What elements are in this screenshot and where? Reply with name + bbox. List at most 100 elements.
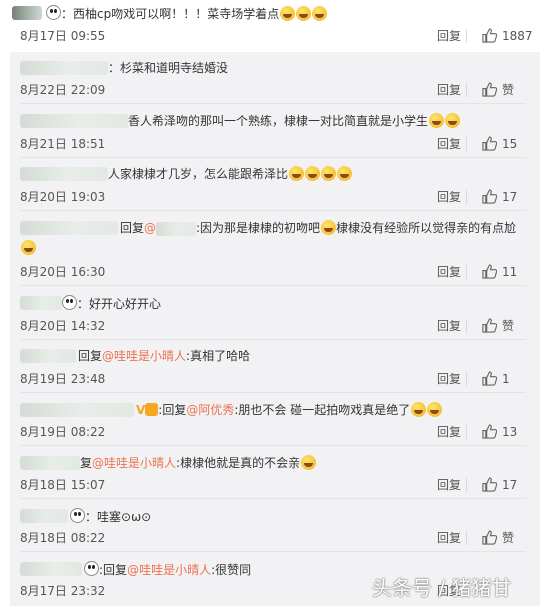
thumbs-up-icon[interactable] (482, 424, 497, 439)
reply-button[interactable]: 回复 (437, 264, 461, 280)
like-count[interactable]: 1 (502, 371, 510, 387)
blurred-username (20, 114, 128, 128)
mention-link[interactable]: @ (144, 221, 156, 235)
blurred-username (20, 403, 134, 417)
reply-button[interactable]: 回复 (437, 189, 461, 205)
panda-icon (70, 508, 85, 523)
separator (466, 531, 467, 545)
panda-icon (62, 295, 77, 310)
like-count[interactable]: 赞 (502, 82, 514, 98)
comment-text: ：哇塞⊙ω⊙ (70, 508, 151, 525)
separator (466, 137, 467, 151)
thumbs-up-icon[interactable] (482, 318, 497, 333)
comment-date: 8月22日 22:09 (20, 83, 106, 97)
comment-text: 复@哇哇是小晴人:棣棣他就是真的不会亲 (80, 455, 317, 471)
comment-date: 8月19日 08:22 (20, 425, 106, 439)
like-count[interactable]: 赞 (502, 530, 514, 546)
comment-date: 8月21日 18:51 (20, 137, 106, 151)
comment-text: V:回复@阿优秀:朋也不会 碰一起拍吻戏真是绝了 (136, 402, 443, 418)
blurred-username (20, 61, 108, 75)
blurred-username (20, 562, 82, 576)
comment-date: 8月20日 19:03 (20, 190, 106, 204)
like-count[interactable]: 1887 (502, 28, 533, 44)
laugh-cry-emoji (411, 402, 427, 417)
laugh-cry-emoji (21, 240, 36, 255)
laugh-cry-emoji (429, 113, 445, 128)
blurred-username (20, 349, 76, 363)
reply-button[interactable]: 回复 (437, 424, 461, 440)
vip-badge: V (136, 403, 146, 417)
laugh-cry-emoji (427, 402, 443, 417)
watermark: 头条号 / 猪猪甘 (372, 576, 512, 600)
like-count[interactable]: 赞 (502, 318, 514, 334)
laugh-cry-emoji (280, 6, 296, 21)
level-badge-icon (145, 403, 159, 416)
reply-button[interactable]: 回复 (437, 82, 461, 98)
blurred-username (20, 221, 118, 235)
divider (20, 339, 526, 340)
comment-date: 8月20日 16:30 (20, 265, 106, 279)
laugh-cry-emoji (321, 220, 337, 235)
divider (20, 498, 526, 499)
separator (466, 190, 467, 204)
laugh-cry-emoji (337, 166, 353, 181)
thumbs-up-icon[interactable] (482, 530, 497, 545)
reply-button[interactable]: 回复 (437, 477, 461, 493)
like-count[interactable]: 15 (502, 136, 517, 152)
comment-date: 8月17日 09:55 (20, 29, 106, 43)
mention-link[interactable]: @哇哇是小晴人 (102, 349, 186, 363)
comment-text: 回复@:因为那是棣棣的初吻吧 棣棣没有经验所以觉得亲的有点尬 (120, 220, 517, 236)
laugh-cry-emoji (445, 113, 461, 128)
divider (20, 551, 526, 552)
thumbs-up-icon[interactable] (482, 264, 497, 279)
reply-button[interactable]: 回复 (437, 371, 461, 387)
thumbs-up-icon[interactable] (482, 28, 497, 43)
laugh-cry-emoji (289, 166, 305, 181)
reply-button[interactable]: 回复 (437, 136, 461, 152)
comment-date: 8月19日 23:48 (20, 372, 106, 386)
thumbs-up-icon[interactable] (482, 82, 497, 97)
comment-date: 8月20日 14:32 (20, 319, 106, 333)
comment-text: :回复@哇哇是小晴人:很赞同 (84, 561, 251, 578)
laugh-cry-emoji (301, 455, 317, 470)
mention-link[interactable]: @哇哇是小晴人 (92, 456, 176, 470)
divider (20, 103, 526, 104)
comment-date: 8月18日 08:22 (20, 531, 106, 545)
blurred-username (20, 296, 62, 310)
comment-text: ：好开心好开心 (62, 295, 161, 312)
separator (466, 319, 467, 333)
like-count[interactable]: 13 (502, 424, 517, 440)
divider (20, 392, 526, 393)
thumbs-up-icon[interactable] (482, 136, 497, 151)
laugh-cry-emoji (296, 6, 312, 21)
separator (466, 83, 467, 97)
reply-button[interactable]: 回复 (437, 28, 461, 44)
divider (20, 157, 526, 158)
comment-text-continued (20, 240, 36, 256)
thumbs-up-icon[interactable] (482, 477, 497, 492)
laugh-cry-emoji (321, 166, 337, 181)
blurred-username (20, 167, 108, 181)
like-count[interactable]: 17 (502, 189, 517, 205)
panda-icon (46, 5, 61, 20)
thumbs-up-icon[interactable] (482, 371, 497, 386)
comment-text: 香人希泽吻的那叫一个熟练，棣棣一对比简直就是小学生 (128, 113, 461, 129)
comment-date: 8月18日 15:07 (20, 478, 106, 492)
reply-button[interactable]: 回复 (437, 318, 461, 334)
like-count[interactable]: 17 (502, 477, 517, 493)
laugh-cry-emoji (312, 6, 328, 21)
separator (466, 372, 467, 386)
blurred-username (20, 509, 68, 523)
separator (466, 425, 467, 439)
like-count[interactable]: 11 (502, 264, 517, 280)
comment-date: 8月17日 23:32 (20, 584, 106, 598)
reply-button[interactable]: 回复 (437, 530, 461, 546)
mention-link[interactable]: @阿优秀 (186, 403, 234, 417)
mention-link[interactable]: @哇哇是小晴人 (127, 563, 211, 577)
comment-text: ：杉菜和道明寺结婚没 (108, 61, 229, 75)
panda-icon (84, 561, 99, 576)
thumbs-up-icon[interactable] (482, 189, 497, 204)
separator (466, 29, 467, 43)
divider (20, 285, 526, 286)
blurred-username (12, 6, 42, 20)
